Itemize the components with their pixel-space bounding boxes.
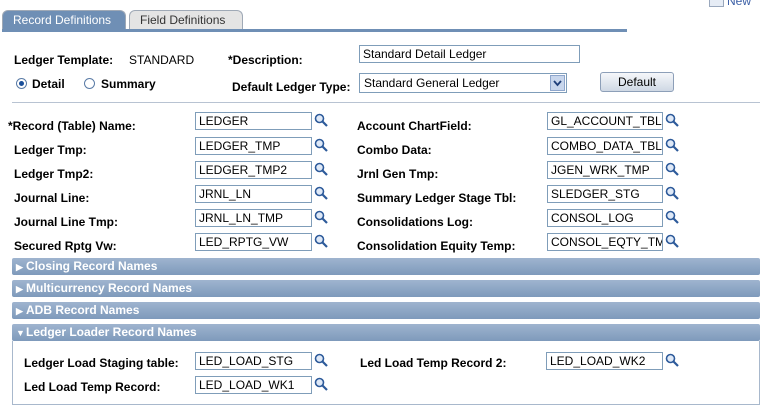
record-table-name-label: *Record (Table) Name: (8, 119, 136, 133)
combo-data-label: Combo Data: (357, 143, 432, 157)
lookup-icon[interactable] (665, 353, 679, 367)
journal-line-tmp-label: Journal Line Tmp: (14, 215, 119, 229)
ledger-tmp2-input[interactable]: LEDGER_TMP2 (195, 161, 312, 179)
expand-triangle-icon: ▶ (16, 306, 23, 316)
collapse-triangle-icon: ▼ (16, 328, 25, 338)
expand-triangle-icon: ▶ (16, 262, 23, 272)
lookup-icon[interactable] (314, 234, 328, 248)
record-table-name-input[interactable]: LEDGER (195, 112, 312, 130)
consolidations-log-label: Consolidations Log: (357, 215, 473, 229)
description-input[interactable]: Standard Detail Ledger (359, 45, 580, 63)
led-load-temp-record-2-label: Led Load Temp Record 2: (360, 356, 507, 370)
combo-data-input[interactable]: COMBO_DATA_TBL (547, 137, 663, 155)
default-ledger-type-label: Default Ledger Type: (232, 80, 351, 94)
summary-ledger-stage-input[interactable]: SLEDGER_STG (547, 185, 663, 203)
lookup-icon[interactable] (314, 186, 328, 200)
lookup-icon[interactable] (314, 377, 328, 391)
chevron-down-icon[interactable] (550, 75, 565, 91)
detail-radio-label[interactable]: Detail (32, 77, 65, 91)
section-closing-record-names[interactable]: ▶ Closing Record Names (12, 258, 760, 275)
jrnl-gen-tmp-label: Jrnl Gen Tmp: (357, 167, 439, 181)
section-adb-record-names[interactable]: ▶ ADB Record Names (12, 302, 760, 319)
tab-record-definitions[interactable]: Record Definitions (2, 10, 126, 30)
default-ledger-type-value: Standard General Ledger (364, 76, 500, 90)
secured-rptg-vw-label: Secured Rptg Vw: (14, 239, 117, 253)
journal-line-input[interactable]: JRNL_LN (195, 185, 312, 203)
ledger-template-label: Ledger Template: (14, 53, 114, 67)
led-load-temp-record-label: Led Load Temp Record: (24, 380, 161, 394)
default-ledger-type-select[interactable]: Standard General Ledger (359, 73, 567, 93)
ledger-tmp-label: Ledger Tmp: (14, 143, 87, 157)
ledger-load-staging-label: Ledger Load Staging table: (24, 356, 179, 370)
journal-line-tmp-input[interactable]: JRNL_LN_TMP (195, 209, 312, 227)
consolidation-equity-temp-label: Consolidation Equity Temp: (357, 239, 516, 253)
led-load-temp-record-2-input[interactable]: LED_LOAD_WK2 (546, 352, 663, 370)
lookup-icon[interactable] (314, 162, 328, 176)
summary-radio[interactable] (84, 78, 95, 89)
consolidation-equity-temp-input[interactable]: CONSOL_EQTY_TM (547, 233, 663, 251)
lookup-icon[interactable] (314, 113, 328, 127)
account-chartfield-input[interactable]: GL_ACCOUNT_TBL (547, 112, 663, 130)
ledger-template-value: STANDARD (129, 53, 195, 67)
expand-triangle-icon: ▶ (16, 284, 23, 294)
ledger-loader-panel (12, 341, 760, 405)
section-ledger-loader-record-names[interactable]: ▼Ledger Loader Record Names (12, 324, 760, 341)
lookup-icon[interactable] (665, 162, 679, 176)
jrnl-gen-tmp-input[interactable]: JGEN_WRK_TMP (547, 161, 663, 179)
lookup-icon[interactable] (665, 186, 679, 200)
secured-rptg-vw-input[interactable]: LED_RPTG_VW (195, 233, 312, 251)
journal-line-label: Journal Line: (14, 191, 90, 205)
ledger-load-staging-input[interactable]: LED_LOAD_STG (195, 352, 312, 370)
account-chartfield-label: Account ChartField: (357, 119, 472, 133)
description-label: *Description: (228, 53, 303, 67)
ledger-tmp2-label: Ledger Tmp2: (14, 167, 94, 181)
default-button[interactable]: Default (600, 72, 674, 92)
lookup-icon[interactable] (665, 138, 679, 152)
ledger-tmp-input[interactable]: LEDGER_TMP (195, 137, 312, 155)
led-load-temp-record-input[interactable]: LED_LOAD_WK1 (195, 376, 312, 394)
new-window-link[interactable]: New (727, 0, 751, 8)
lookup-icon[interactable] (665, 210, 679, 224)
new-window-icon[interactable] (709, 0, 724, 7)
lookup-icon[interactable] (314, 138, 328, 152)
summary-radio-label[interactable]: Summary (101, 77, 156, 91)
lookup-icon[interactable] (314, 353, 328, 367)
lookup-icon[interactable] (665, 113, 679, 127)
tab-field-definitions[interactable]: Field Definitions (129, 10, 243, 30)
summary-ledger-stage-label: Summary Ledger Stage Tbl: (357, 191, 517, 205)
section-multicurrency-record-names[interactable]: ▶ Multicurrency Record Names (12, 280, 760, 297)
lookup-icon[interactable] (314, 210, 328, 224)
divider (12, 102, 760, 103)
lookup-icon[interactable] (665, 234, 679, 248)
detail-radio[interactable] (16, 78, 27, 89)
consolidations-log-input[interactable]: CONSOL_LOG (547, 209, 663, 227)
tab-underline (2, 29, 627, 32)
